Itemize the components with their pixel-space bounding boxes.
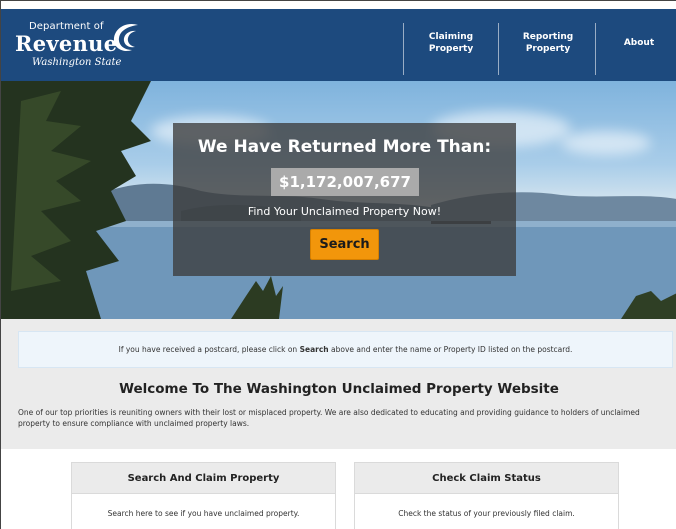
logo-revenue-text: Revenue: [15, 31, 118, 56]
action-cards: Search And Claim Property Search here to…: [1, 449, 676, 529]
notice-suffix: above and enter the name or Property ID …: [328, 345, 573, 354]
card-title: Search And Claim Property: [72, 463, 335, 494]
nav-label-line2: Property: [428, 44, 474, 54]
nav-divider: [403, 23, 404, 75]
welcome-title: Welcome To The Washington Unclaimed Prop…: [119, 381, 559, 397]
welcome-intro: One of our top priorities is reuniting o…: [18, 408, 640, 428]
nav-label-line1: Claiming: [428, 32, 474, 42]
card-description: Search here to see if you have unclaimed…: [107, 509, 300, 518]
nav-divider: [595, 23, 596, 75]
card-description: Check the status of your previously file…: [398, 509, 575, 518]
page-frame: Department of Revenue Washington State C…: [0, 0, 676, 529]
search-button[interactable]: Search: [310, 229, 379, 260]
card-title: Check Claim Status: [355, 463, 618, 494]
site-header: Department of Revenue Washington State C…: [1, 9, 676, 81]
nav-about[interactable]: About: [593, 37, 676, 49]
card-check-status[interactable]: Check Claim Status Check the status of y…: [354, 462, 619, 529]
notice-bold-search: Search: [299, 345, 329, 354]
nav-claiming-property[interactable]: Claiming Property: [405, 31, 497, 55]
logo-washington-text: Washington State: [32, 57, 122, 68]
nav-divider: [498, 23, 499, 75]
nav-label-line1: About: [623, 38, 655, 48]
notice-prefix: If you have received a postcard, please …: [118, 345, 300, 354]
card-search-claim[interactable]: Search And Claim Property Search here to…: [71, 462, 336, 529]
nav-label-line1: Reporting: [522, 32, 574, 42]
dor-logo[interactable]: Department of Revenue Washington State: [15, 17, 155, 75]
postcard-notice: If you have received a postcard, please …: [18, 331, 673, 368]
nav-label-line2: Property: [525, 44, 571, 54]
welcome-section: If you have received a postcard, please …: [1, 319, 676, 449]
hero-title: We Have Returned More Than:: [197, 137, 492, 157]
hero-subtitle: Find Your Unclaimed Property Now!: [247, 205, 442, 218]
logo-swoosh-icon: [113, 23, 138, 51]
returned-amount: $1,172,007,677: [271, 168, 419, 196]
hero-overlay-panel: We Have Returned More Than: $1,172,007,6…: [173, 123, 516, 276]
nav-reporting-property[interactable]: Reporting Property: [502, 31, 594, 55]
